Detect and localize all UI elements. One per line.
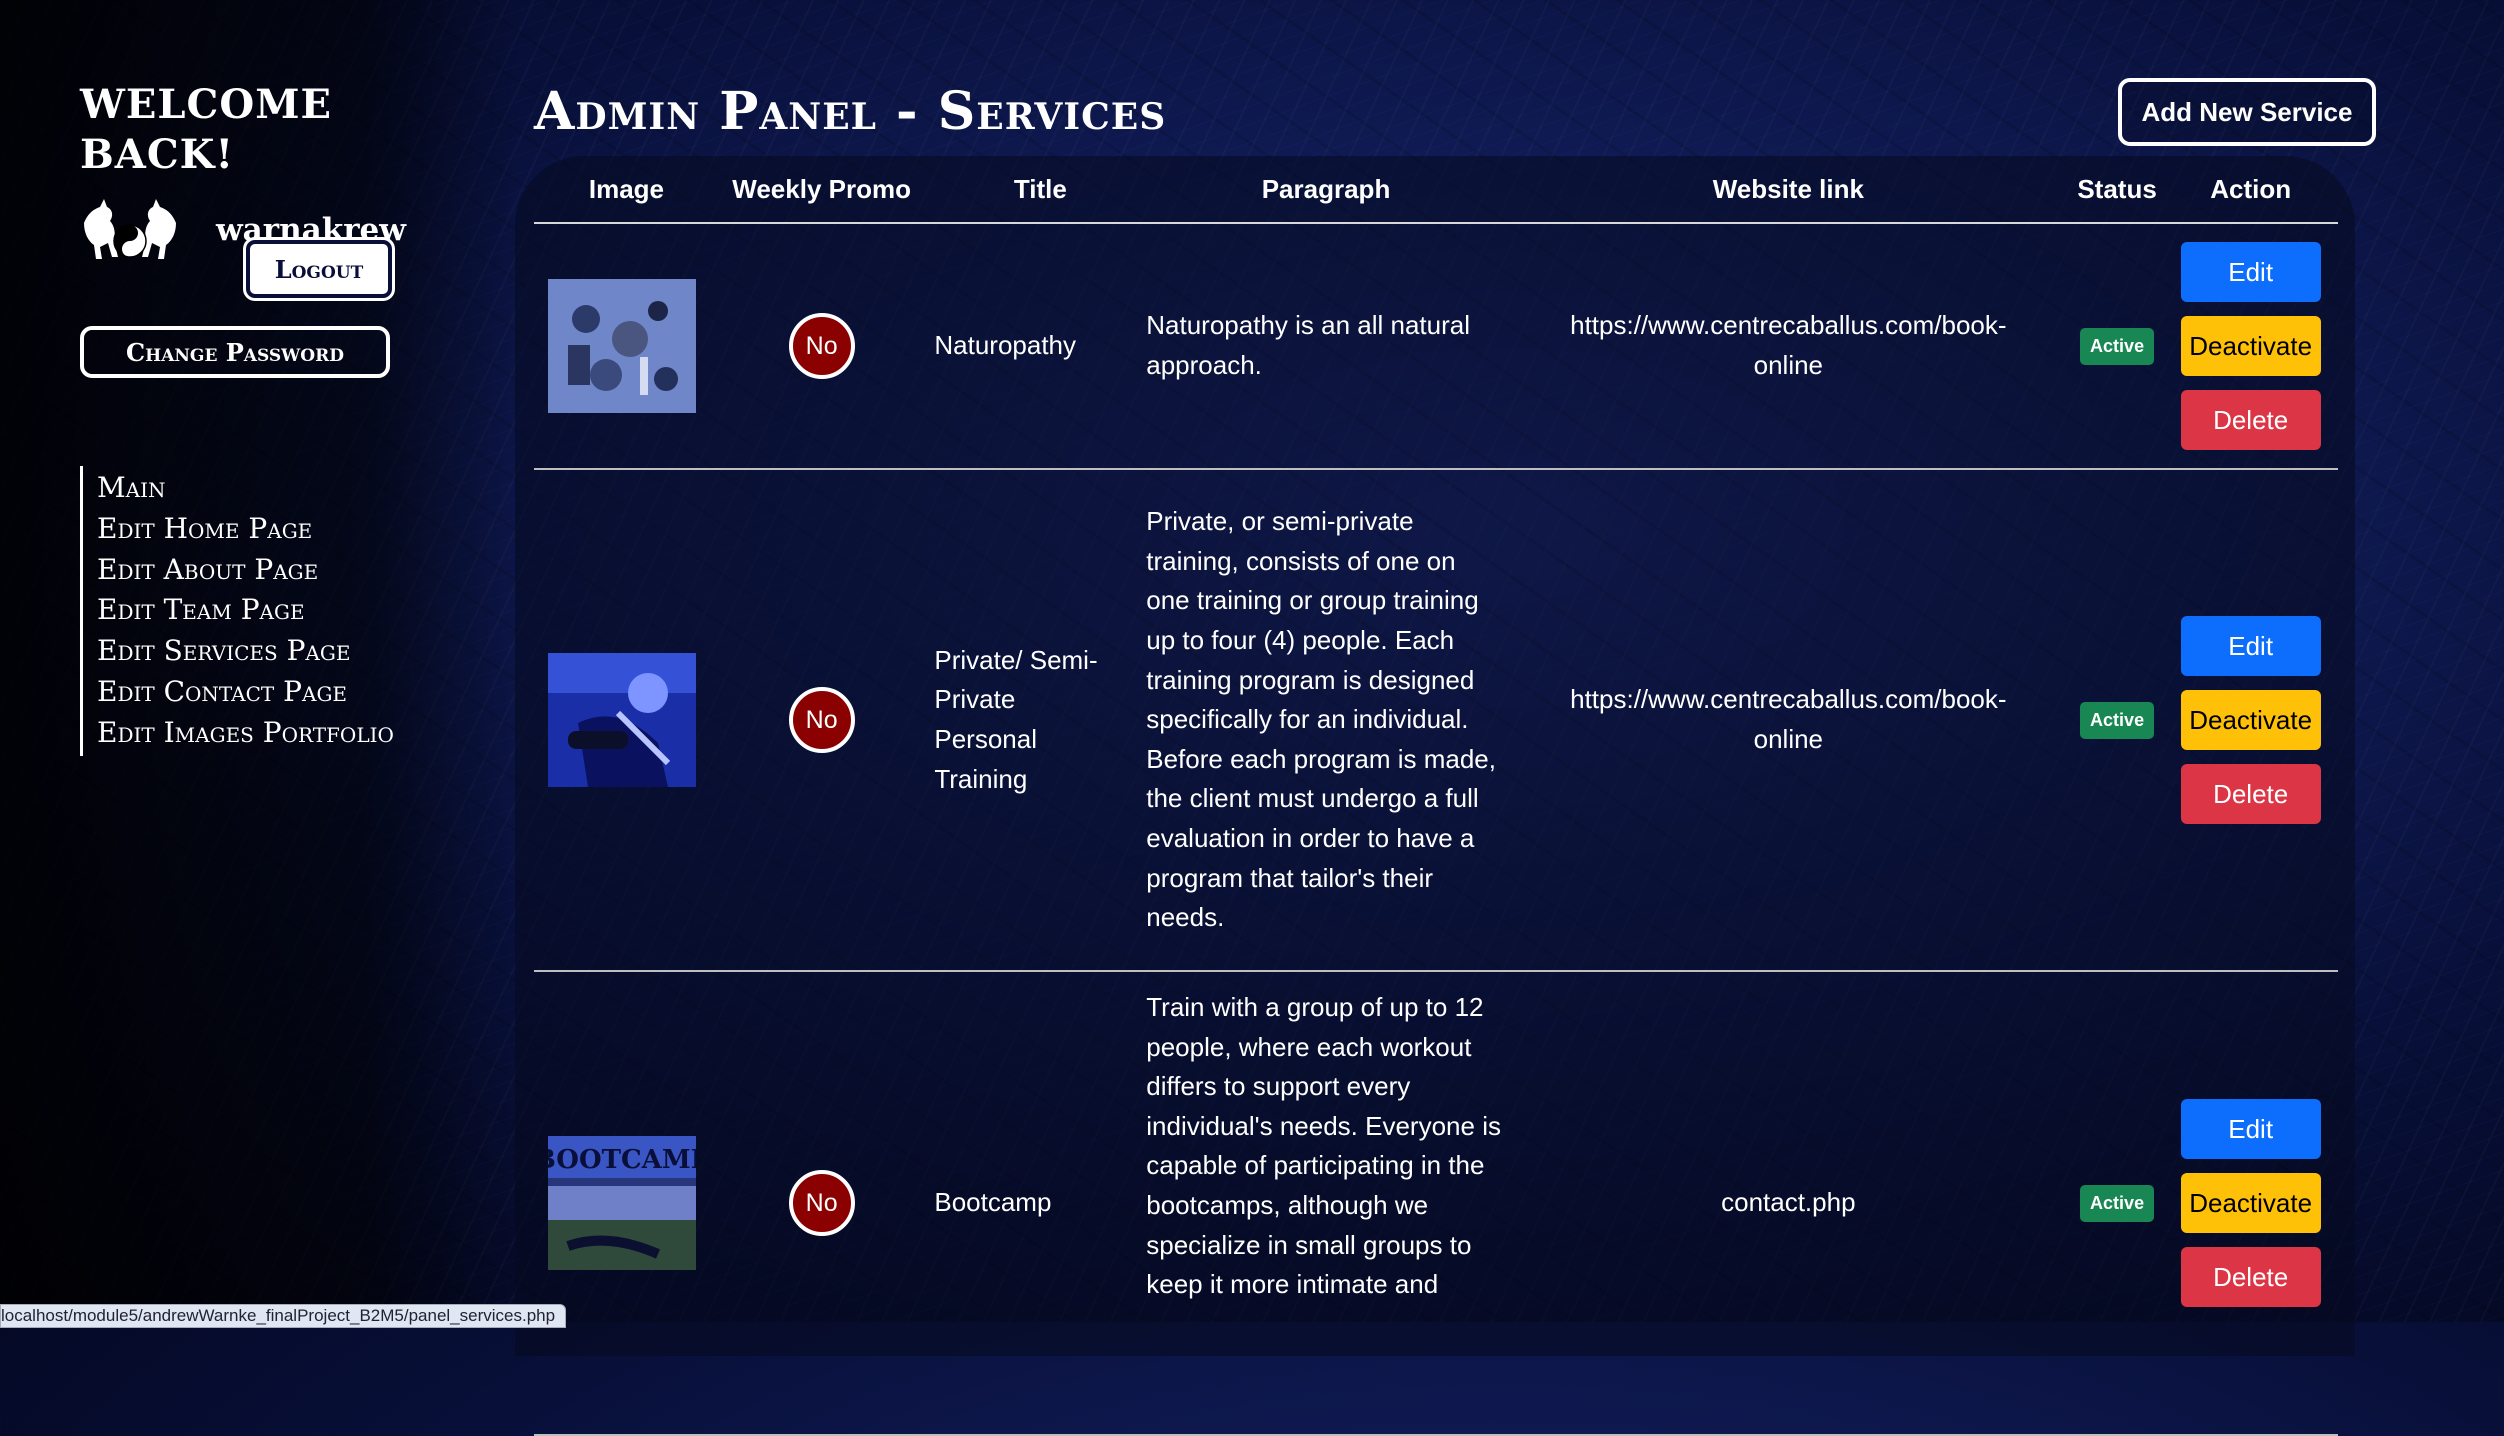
table-header-row: Image Weekly Promo Title Paragraph Websi… xyxy=(534,156,2338,224)
link-cell: https://www.centrecaballus.com/book-onli… xyxy=(1506,469,2071,971)
title-cell: Bootcamp xyxy=(924,971,1146,1435)
paragraph-cell: Train with a group of up to 12 people, w… xyxy=(1146,971,1506,1435)
service-title: Private/ Semi-Private Personal Training xyxy=(934,644,1098,794)
title-cell: Private/ Semi-Private Personal Training xyxy=(924,469,1146,971)
service-thumbnail xyxy=(548,653,696,787)
deactivate-button[interactable]: Deactivate xyxy=(2180,690,2321,750)
page-title: Admin Panel - Services xyxy=(534,81,1167,142)
weekly-promo-badge[interactable]: No xyxy=(788,1170,855,1236)
nav-item-edit-team[interactable]: Edit Team Page xyxy=(97,590,394,631)
promo-cell: No xyxy=(719,223,924,469)
service-thumbnail: BOOTCAMP xyxy=(548,1136,696,1270)
service-thumbnail xyxy=(548,279,696,413)
delete-button[interactable]: Delete xyxy=(2180,390,2321,450)
promo-cell: No xyxy=(719,469,924,971)
deactivate-button[interactable]: Deactivate xyxy=(2180,1173,2321,1233)
service-link: https://www.centrecaballus.com/book-onli… xyxy=(1570,684,2007,754)
delete-button[interactable]: Delete xyxy=(2180,764,2321,824)
nav-item-edit-contact[interactable]: Edit Contact Page xyxy=(97,672,394,713)
browser-status-bar: localhost/module5/andrewWarnke_finalProj… xyxy=(0,1304,567,1328)
add-new-service-button[interactable]: Add New Service xyxy=(2118,78,2376,146)
edit-button[interactable]: Edit xyxy=(2180,1099,2321,1159)
bootcamp-thumb-text: BOOTCAMP xyxy=(548,1145,696,1175)
image-cell xyxy=(534,469,719,971)
status-badge: Active xyxy=(2080,701,2155,739)
nav-item-edit-images[interactable]: Edit Images Portfolio xyxy=(97,713,394,754)
service-paragraph: Train with a group of up to 12 people, w… xyxy=(1146,992,1501,1300)
link-cell: contact.php xyxy=(1506,971,2071,1435)
status-badge: Active xyxy=(2080,1184,2155,1222)
image-cell xyxy=(534,223,719,469)
service-link: https://www.centrecaballus.com/book-onli… xyxy=(1570,310,2007,380)
action-cell: Edit Deactivate Delete xyxy=(2163,223,2338,469)
edit-button[interactable]: Edit xyxy=(2180,616,2321,676)
col-header-weekly-promo: Weekly Promo xyxy=(718,156,925,224)
status-cell: Active xyxy=(2071,971,2163,1435)
table-row: No Private/ Semi-Private Personal Traini… xyxy=(534,469,2338,971)
paragraph-cell: Private, or semi-private training, consi… xyxy=(1146,469,1506,971)
nav-item-edit-services[interactable]: Edit Services Page xyxy=(97,631,394,672)
image-cell: BOOTCAMP xyxy=(534,971,719,1435)
weekly-promo-badge[interactable]: No xyxy=(788,687,855,753)
nav-item-edit-home[interactable]: Edit Home Page xyxy=(97,509,394,550)
welcome-heading: WELCOME BACK! xyxy=(80,81,332,178)
col-header-action: Action xyxy=(2163,156,2338,224)
status-cell: Active xyxy=(2071,223,2163,469)
paragraph-cell: Naturopathy is an all natural approach. xyxy=(1146,223,1506,469)
service-paragraph: Private, or semi-private training, consi… xyxy=(1146,506,1496,933)
logout-button[interactable]: Logout xyxy=(246,240,392,298)
promo-cell: No xyxy=(719,971,924,1435)
edit-button[interactable]: Edit xyxy=(2180,242,2321,302)
services-table: Image Weekly Promo Title Paragraph Websi… xyxy=(534,156,2338,1436)
service-title: Bootcamp xyxy=(934,1187,1052,1218)
col-header-title: Title xyxy=(924,156,1147,224)
sidebar: WELCOME BACK! warnakrew Logout Change Pa… xyxy=(80,80,480,756)
weekly-promo-badge[interactable]: No xyxy=(788,313,855,379)
sidebar-nav: Main Edit Home Page Edit About Page Edit… xyxy=(80,466,394,756)
service-link: contact.php xyxy=(1721,1187,1856,1218)
col-header-paragraph: Paragraph xyxy=(1146,156,1506,224)
nav-item-main[interactable]: Main xyxy=(97,468,394,509)
status-badge: Active xyxy=(2080,327,2155,365)
title-cell: Naturopathy xyxy=(924,223,1146,469)
deactivate-button[interactable]: Deactivate xyxy=(2180,316,2321,376)
change-password-button[interactable]: Change Password xyxy=(80,326,390,378)
status-cell: Active xyxy=(2071,469,2163,971)
col-header-website-link: Website link xyxy=(1505,156,2071,224)
link-cell: https://www.centrecaballus.com/book-onli… xyxy=(1506,223,2071,469)
delete-button[interactable]: Delete xyxy=(2180,1247,2321,1307)
action-cell: Edit Deactivate Delete xyxy=(2163,469,2338,971)
service-paragraph: Naturopathy is an all natural approach. xyxy=(1146,310,1470,380)
action-cell: Edit Deactivate Delete xyxy=(2163,971,2338,1435)
table-row: BOOTCAMP No Bootcamp Train with a group … xyxy=(534,971,2338,1435)
table-row: No Naturopathy Naturopathy is an all nat… xyxy=(534,223,2338,469)
col-header-status: Status xyxy=(2070,156,2164,224)
col-header-image: Image xyxy=(534,156,719,224)
nav-item-edit-about[interactable]: Edit About Page xyxy=(97,550,394,591)
logo-icon xyxy=(84,199,176,259)
service-title: Naturopathy xyxy=(934,330,1077,361)
